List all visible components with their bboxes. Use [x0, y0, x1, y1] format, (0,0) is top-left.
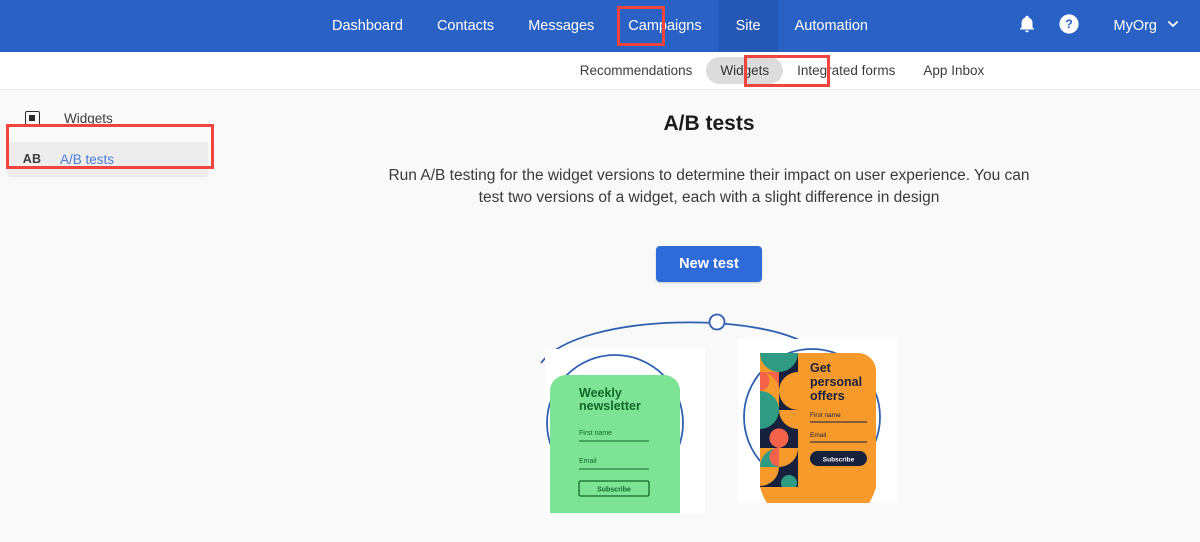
variant-b-field-1-label: First name [810, 412, 841, 419]
variant-a-heading-line1: Weekly [579, 386, 622, 400]
widget-variant-b: Get personal offers First name Email Sub… [738, 339, 898, 503]
variant-a-field-1-label: First name [579, 430, 612, 437]
tab-recommendations[interactable]: Recommendations [566, 57, 707, 84]
tab-integrated-forms[interactable]: Integrated forms [783, 57, 909, 84]
nav-dashboard[interactable]: Dashboard [315, 0, 420, 52]
svg-text:?: ? [1065, 17, 1073, 31]
variant-a-cta-label: Subscribe [597, 487, 631, 494]
sub-nav-tabs: Recommendations Widgets Integrated forms… [566, 57, 998, 84]
top-nav-right-actions: ? MyOrg [1006, 0, 1187, 52]
variant-b-field-2-label: Email [810, 432, 827, 439]
variant-b-cta-label: Subscribe [823, 457, 855, 464]
widget-variant-a: Weekly newsletter First name Email Subsc… [545, 349, 705, 513]
ab-icon-label: AB [22, 152, 42, 166]
nav-automation[interactable]: Automation [778, 0, 885, 52]
tab-app-inbox[interactable]: App Inbox [909, 57, 998, 84]
org-name-label: MyOrg [1113, 18, 1158, 34]
page-title: A/B tests [663, 112, 755, 135]
help-button[interactable]: ? [1048, 0, 1090, 52]
sidebar-item-widgets[interactable]: Widgets [0, 102, 218, 134]
nav-messages[interactable]: Messages [511, 0, 611, 52]
variant-b-heading-line3: offers [810, 389, 845, 403]
tab-widgets[interactable]: Widgets [706, 57, 784, 84]
help-circle-icon: ? [1058, 13, 1080, 40]
ab-icon: AB [22, 151, 42, 167]
nav-site[interactable]: Site [718, 0, 778, 52]
connector-node [708, 313, 726, 331]
org-menu[interactable]: MyOrg [1090, 17, 1187, 35]
variant-b-heading-line1: Get [810, 361, 832, 375]
sidebar-item-ab-tests-label: A/B tests [60, 151, 115, 167]
chevron-down-icon [1166, 17, 1180, 35]
variant-a-heading-line2: newsletter [579, 399, 641, 413]
top-navigation-bar: Dashboard Contacts Messages Campaigns Si… [0, 0, 1200, 52]
sidebar: Widgets AB A/B tests [0, 92, 218, 176]
notifications-button[interactable] [1006, 0, 1048, 52]
sidebar-item-ab-tests[interactable]: AB A/B tests [8, 142, 208, 176]
bell-icon [1017, 14, 1037, 39]
square-in-square-icon [24, 110, 40, 126]
page-description: Run A/B testing for the widget versions … [388, 167, 1030, 206]
ab-test-comparison-illustration: Weekly newsletter First name Email Subsc… [520, 313, 920, 542]
variant-a-field-2-label: Email [579, 458, 597, 465]
new-test-button[interactable]: New test [656, 246, 762, 282]
nav-contacts[interactable]: Contacts [420, 0, 511, 52]
nav-campaigns[interactable]: Campaigns [611, 0, 718, 52]
sub-navigation-bar: Recommendations Widgets Integrated forms… [0, 52, 1200, 90]
sidebar-item-widgets-label: Widgets [64, 110, 113, 126]
variant-b-heading-line2: personal [810, 375, 862, 389]
